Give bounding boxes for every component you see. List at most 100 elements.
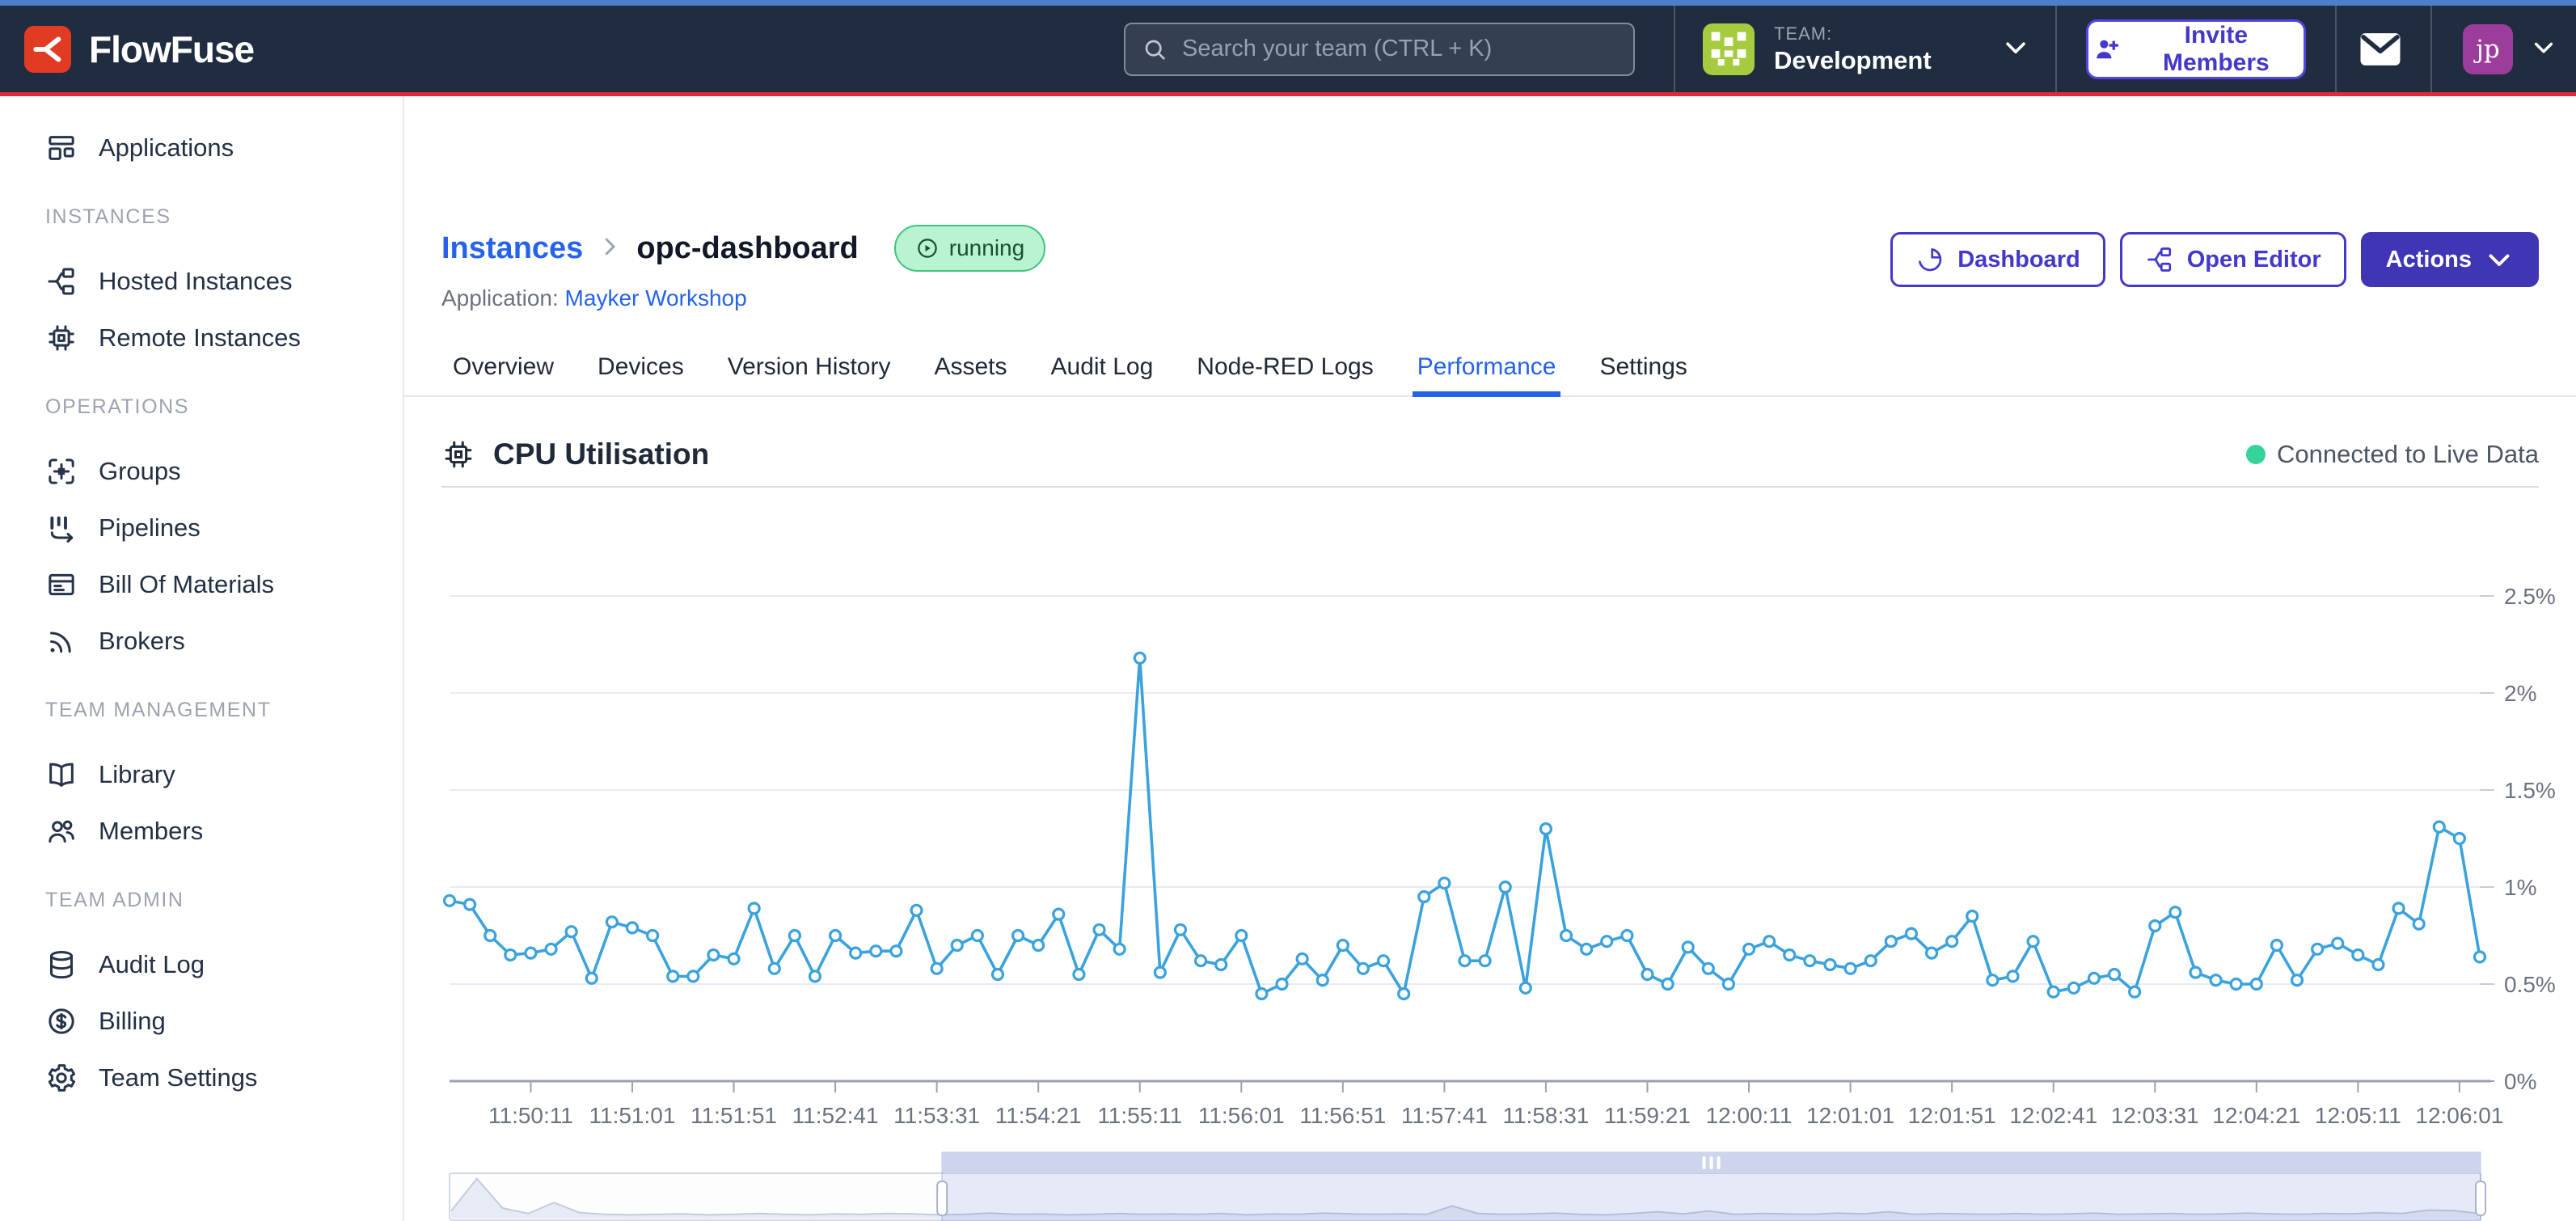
svg-text:1%: 1% [2504,875,2536,900]
tab-assets[interactable]: Assets [934,339,1007,395]
navbar-divider [2430,6,2432,92]
window-top-strip [0,0,2576,6]
library-icon [45,758,78,791]
dashboard-pie-icon [1915,245,1945,274]
sidebar-section-team-admin: TEAM ADMIN [45,889,403,912]
svg-text:12:00:11: 12:00:11 [1706,1103,1793,1128]
dashboard-button[interactable]: Dashboard [1890,232,2105,287]
team-label: TEAM: [1774,23,1932,44]
sidebar-item-remote-instances[interactable]: Remote Instances [0,310,403,366]
svg-text:12:04:21: 12:04:21 [2212,1103,2300,1128]
svg-text:11:54:21: 11:54:21 [995,1103,1082,1128]
svg-text:11:51:51: 11:51:51 [690,1103,777,1128]
tab-audit-log[interactable]: Audit Log [1051,339,1154,395]
svg-text:1.5%: 1.5% [2504,778,2556,803]
user-avatar[interactable]: jp [2463,24,2513,74]
status-badge: running [894,225,1045,272]
play-circle-icon [915,236,940,260]
chevron-down-icon [2485,245,2514,274]
svg-text:12:02:41: 12:02:41 [2009,1103,2097,1128]
svg-text:11:53:31: 11:53:31 [893,1103,980,1128]
sidebar-item-team-settings[interactable]: Team Settings [0,1050,403,1106]
svg-text:12:01:01: 12:01:01 [1806,1103,1894,1128]
billing-icon [45,1005,78,1037]
svg-text:0%: 0% [2504,1069,2536,1094]
live-data-status: Connected to Live Data [2246,440,2539,469]
tab-bar: Overview Devices Version History Assets Audi… [404,339,2576,397]
tab-settings[interactable]: Settings [1599,339,1687,395]
sidebar-section-team-management: TEAM MANAGEMENT [45,699,403,722]
navbar-divider [2055,6,2057,92]
sidebar-section-operations: OPERATIONS [45,395,403,419]
sidebar-item-applications[interactable]: Applications [0,120,403,176]
panel-header: CPU Utilisation Connected to Live Data [441,423,2539,488]
sidebar-item-label: Brokers [99,627,185,656]
top-navbar: FlowFuse TEAM: Development Invite Member… [0,6,2576,96]
actions-button[interactable]: Actions [2361,232,2539,287]
button-label: Actions [2386,247,2472,273]
breadcrumb-instances-link[interactable]: Instances [441,231,583,266]
sidebar-item-bill-of-materials[interactable]: Bill Of Materials [0,556,403,613]
sidebar-item-members[interactable]: Members [0,803,403,860]
sidebar-item-brokers[interactable]: Brokers [0,613,403,670]
team-chevron-down-icon[interactable] [2002,33,2029,65]
team-avatar [1703,23,1755,75]
svg-text:11:52:41: 11:52:41 [792,1103,879,1128]
mail-icon[interactable] [2358,30,2403,69]
panel-title: CPU Utilisation [493,437,709,471]
svg-text:12:06:01: 12:06:01 [2415,1103,2503,1128]
sidebar-item-label: Applications [99,133,234,163]
sidebar-item-pipelines[interactable]: Pipelines [0,500,403,556]
sidebar-nav: ApplicationsINSTANCESHosted InstancesRem… [0,96,404,1221]
sidebar-item-library[interactable]: Library [0,746,403,803]
sidebar-item-label: Hosted Instances [99,267,293,296]
tab-performance[interactable]: Performance [1417,339,1556,395]
sidebar-item-hosted-instances[interactable]: Hosted Instances [0,253,403,310]
page-title: opc-dashboard [636,231,858,266]
brush-handle-right[interactable] [2476,1181,2485,1215]
tab-devices[interactable]: Devices [598,339,684,395]
svg-text:11:56:01: 11:56:01 [1198,1103,1285,1128]
search-input[interactable] [1180,35,1617,63]
open-editor-button[interactable]: Open Editor [2120,232,2346,287]
main-content: Instances opc-dashboard running Applicat… [404,96,2576,1221]
svg-text:12:05:11: 12:05:11 [2315,1103,2401,1128]
live-dot-icon [2246,445,2266,464]
sidebar-item-label: Library [99,760,175,789]
breadcrumb: Instances opc-dashboard running [441,224,1045,273]
svg-text:11:56:51: 11:56:51 [1299,1103,1386,1128]
open-editor-icon [2145,245,2174,274]
cpu-utilisation-chart: 0%0.5%1%1.5%2%2.5%11:50:1111:51:0111:51:… [404,489,2576,1136]
flowfuse-logo[interactable]: FlowFuse [24,26,254,73]
tab-version-history[interactable]: Version History [728,339,891,395]
user-plus-icon [2093,35,2121,64]
svg-text:0.5%: 0.5% [2504,972,2556,997]
sidebar-item-groups[interactable]: Groups [0,443,403,500]
svg-text:11:58:31: 11:58:31 [1502,1103,1589,1128]
svg-text:11:50:11: 11:50:11 [488,1103,573,1128]
navbar-divider [1674,6,1675,92]
hosted-instances-icon [45,265,78,298]
sidebar-item-label: Remote Instances [99,323,301,353]
user-menu-chevron-down-icon[interactable] [2531,34,2557,64]
brush-handle-left[interactable] [937,1181,947,1215]
sidebar-item-label: Members [99,817,203,846]
sidebar-item-audit-log[interactable]: Audit Log [0,936,403,993]
svg-text:2%: 2% [2504,681,2536,706]
application-link[interactable]: Mayker Workshop [565,285,747,311]
sidebar-item-billing[interactable]: Billing [0,993,403,1050]
team-name: Development [1774,46,1932,75]
sidebar-item-label: Bill Of Materials [99,570,274,599]
header-actions: Dashboard Open Editor Actions [1890,232,2539,287]
tab-node-red-logs[interactable]: Node-RED Logs [1197,339,1373,395]
sidebar-item-label: Team Settings [99,1063,257,1092]
invite-members-button[interactable]: Invite Members [2086,19,2306,79]
chart-range-brush[interactable] [404,1146,2576,1221]
team-selector[interactable]: TEAM: Development [1703,23,1932,75]
tab-overview[interactable]: Overview [453,339,554,395]
svg-text:2.5%: 2.5% [2504,584,2556,609]
chevron-right-icon [598,234,622,263]
brokers-icon [45,625,78,657]
flowfuse-logo-icon [24,26,71,73]
team-search[interactable] [1124,23,1635,76]
